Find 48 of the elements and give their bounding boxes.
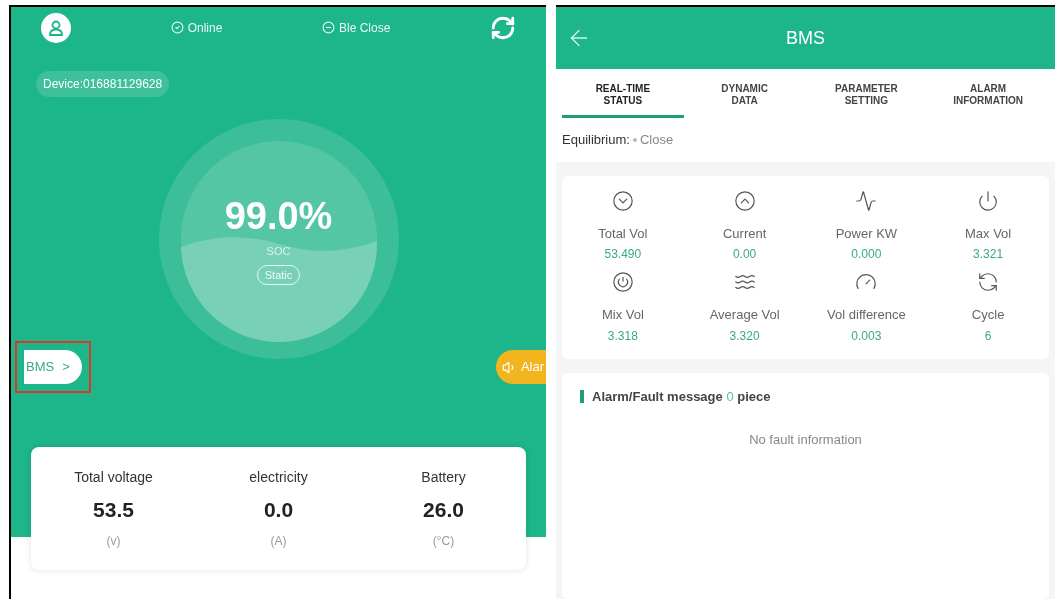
soc-value: 99.0% <box>224 197 333 235</box>
metric-label: electricity <box>249 468 308 487</box>
refresh-icon[interactable] <box>489 14 516 41</box>
section-marker <box>580 389 584 403</box>
stat-value: 0.000 <box>851 246 882 263</box>
tab[interactable]: DYNAMIC DATA <box>683 83 806 118</box>
metric-unit: (v) <box>106 532 121 550</box>
stat-value: 3.318 <box>607 327 638 345</box>
stat-label: Average Vol <box>709 306 780 324</box>
metric-label: Battery <box>421 468 466 487</box>
stat-value: 3.321 <box>973 246 1004 263</box>
status-label: Online <box>187 19 223 37</box>
soc-label: SOC <box>266 244 291 259</box>
alarm-title: Alarm/Fault message 0 piece <box>592 387 771 406</box>
equilibrium-value: Close <box>639 131 674 149</box>
chevron-circle-icon <box>611 189 634 212</box>
device-id: Device:016881129628 <box>36 71 170 97</box>
minus-circle-icon <box>321 21 335 34</box>
stat-value: 3.320 <box>729 327 760 345</box>
stat-label: Cycle <box>971 306 1005 324</box>
power-icon <box>611 271 634 293</box>
metric-value: 26.0 <box>423 497 464 523</box>
page-title: BMS <box>786 26 825 50</box>
equilibrium-label: Equilibrium: <box>562 131 630 149</box>
metric-value: 0.0 <box>263 497 294 523</box>
stat-value: 53.490 <box>604 246 642 263</box>
stat-value: 0.00 <box>732 246 757 263</box>
stat-label: Mix Vol <box>601 306 644 324</box>
tab[interactable]: ALARM INFORMATION <box>927 83 1049 118</box>
stat-label: Power KW <box>835 224 898 243</box>
refresh-icon <box>977 271 1000 293</box>
metric-unit: (A) <box>270 532 287 550</box>
stat-value: 0.003 <box>851 327 882 345</box>
stat-label: Vol difference <box>827 306 906 324</box>
check-icon <box>170 21 184 34</box>
chevron-circle-icon <box>733 189 756 212</box>
metric-unit: (°C) <box>432 532 455 550</box>
stat-label: Total Vol <box>598 224 648 243</box>
metric-label: Total voltage <box>74 468 153 487</box>
pulse-icon <box>855 189 878 212</box>
stat-label: Max Vol <box>965 224 1012 243</box>
metric-value: 53.5 <box>93 497 134 523</box>
status-label: Ble Close <box>338 19 391 37</box>
stat-label: Current <box>722 224 767 243</box>
empty-message: No fault information <box>748 431 863 449</box>
power-icon <box>977 189 1000 212</box>
tab[interactable]: PARAMETER SETTING <box>805 83 928 118</box>
stat-value: 6 <box>984 327 992 345</box>
